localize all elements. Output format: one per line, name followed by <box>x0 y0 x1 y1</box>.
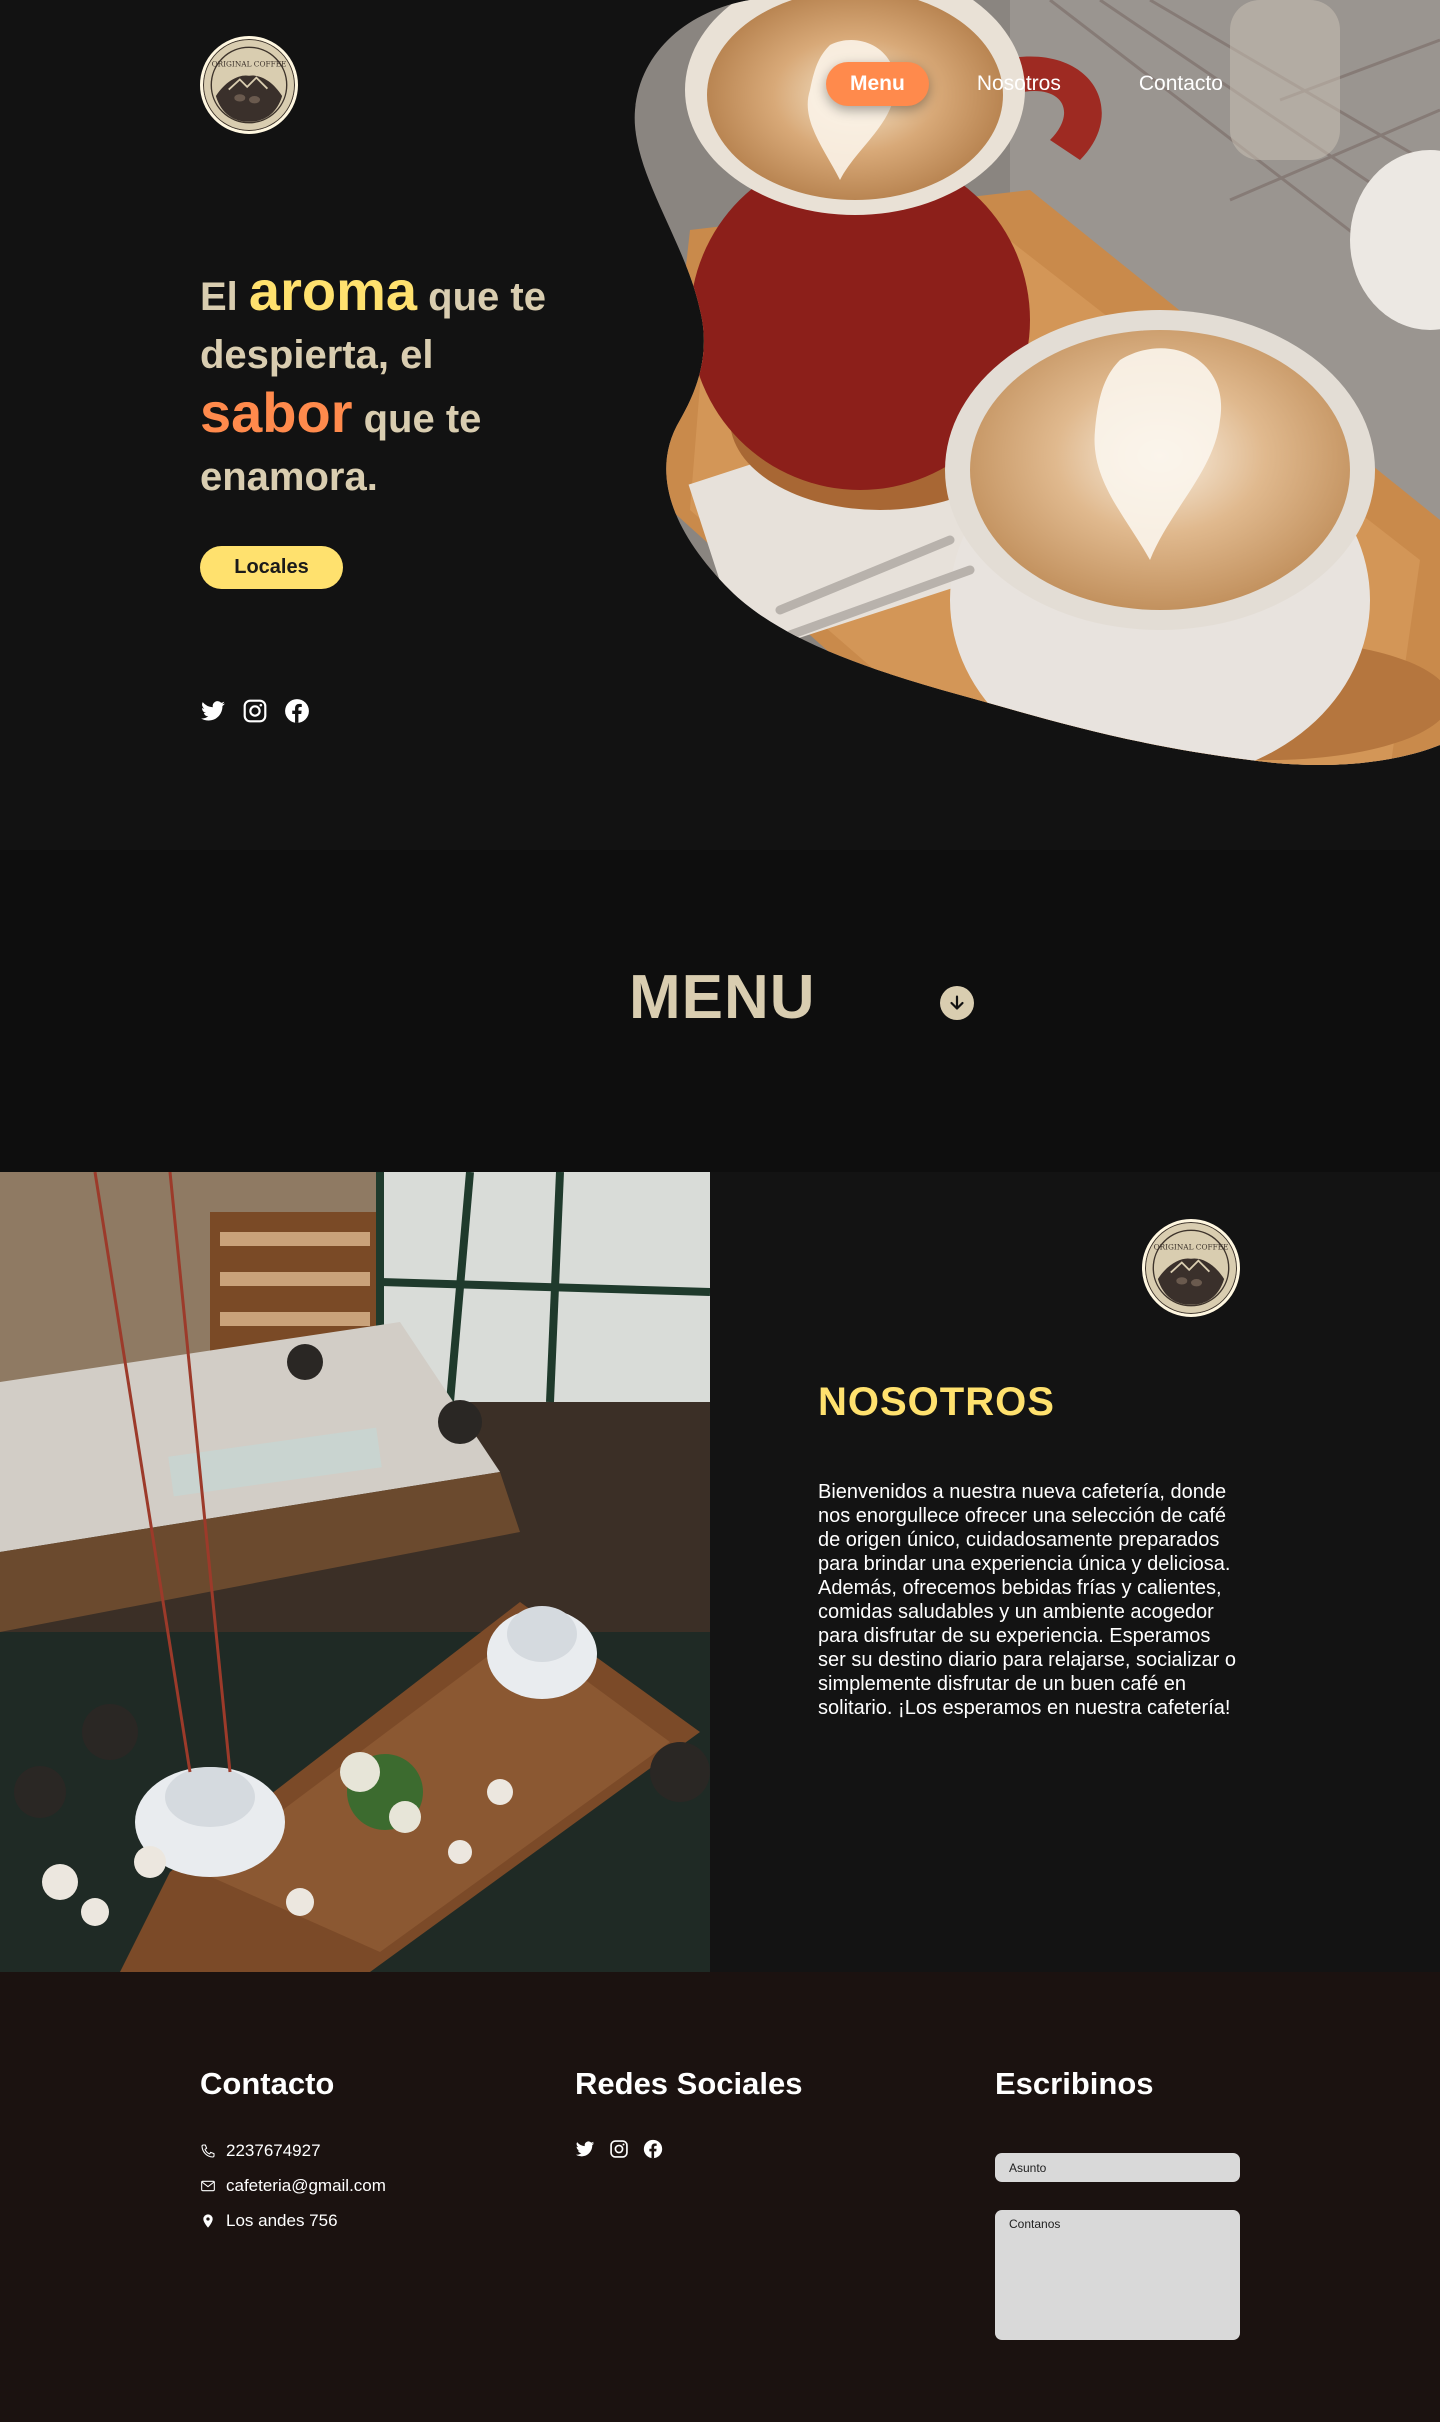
main-nav: Menu Nosotros Contacto <box>826 62 1223 106</box>
hero-section: ORIGINAL COFFEE Menu Nosotros Contacto E… <box>0 0 1440 850</box>
hero-social-links <box>200 698 310 724</box>
phone-icon <box>200 2143 216 2159</box>
twitter-icon[interactable] <box>200 698 226 724</box>
footer <box>0 1972 1440 2422</box>
nav-nosotros-link[interactable]: Nosotros <box>977 72 1061 96</box>
cafe-interior-image <box>0 1172 710 1972</box>
location-icon <box>200 2213 216 2229</box>
headline-aroma: aroma <box>248 259 418 322</box>
hero-headline: El aroma que te despierta, el sabor que … <box>200 262 560 506</box>
nosotros-logo: ORIGINAL COFFEE <box>1142 1219 1240 1317</box>
svg-text:ORIGINAL COFFEE: ORIGINAL COFFEE <box>1154 1243 1229 1252</box>
brand-logo[interactable]: ORIGINAL COFFEE <box>200 36 298 134</box>
footer-phone-text: 2237674927 <box>226 2141 321 2160</box>
headline-sabor: sabor <box>200 381 353 444</box>
instagram-icon[interactable] <box>242 698 268 724</box>
facebook-icon[interactable] <box>284 698 310 724</box>
nav-menu-link[interactable]: Menu <box>826 62 929 106</box>
nosotros-title: NOSOTROS <box>818 1380 1055 1424</box>
footer-redes-title: Redes Sociales <box>575 2066 803 2101</box>
contanos-textarea[interactable] <box>995 2210 1240 2340</box>
twitter-icon[interactable] <box>575 2139 595 2159</box>
footer-contacto-title: Contacto <box>200 2066 335 2101</box>
mail-icon <box>200 2178 216 2194</box>
footer-social-links <box>575 2139 663 2159</box>
footer-escribinos-title: Escribinos <box>995 2066 1154 2101</box>
footer-email-text[interactable]: cafeteria@gmail.com <box>226 2176 386 2196</box>
footer-address-text: Los andes 756 <box>226 2211 338 2230</box>
facebook-icon[interactable] <box>643 2139 663 2159</box>
footer-phone: 2237674927 <box>200 2141 321 2161</box>
svg-text:ORIGINAL COFFEE: ORIGINAL COFFEE <box>212 60 287 69</box>
arrow-down-icon[interactable] <box>940 986 974 1020</box>
menu-title: MENU <box>629 963 816 1032</box>
locales-button[interactable]: Locales <box>200 546 343 589</box>
headline-word: El <box>200 275 238 319</box>
nav-contacto-link[interactable]: Contacto <box>1139 72 1223 96</box>
asunto-input[interactable] <box>995 2153 1240 2182</box>
footer-address: Los andes 756 <box>200 2211 338 2231</box>
instagram-icon[interactable] <box>609 2139 629 2159</box>
footer-email: cafeteria@gmail.com <box>200 2176 386 2196</box>
nosotros-description: Bienvenidos a nuestra nueva cafetería, d… <box>818 1481 1236 1719</box>
coffee-cups-image <box>630 0 1440 770</box>
